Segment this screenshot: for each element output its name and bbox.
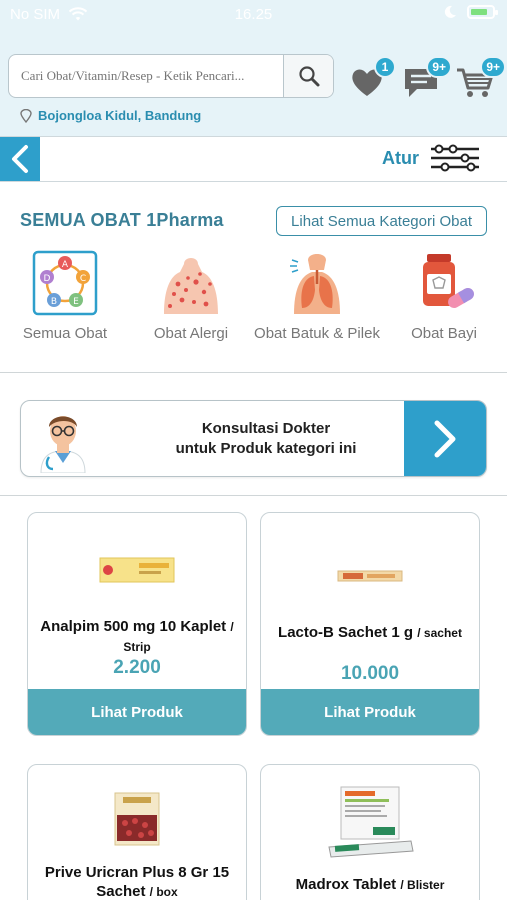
product-grid: Analpim 500 mg 10 Kaplet / Strip 2.200 L… xyxy=(0,496,507,900)
category-item-obat-bayi[interactable]: Obat Bayi xyxy=(381,250,507,344)
product-card[interactable]: Analpim 500 mg 10 Kaplet / Strip 2.200 L… xyxy=(27,512,247,736)
cart-badge: 9+ xyxy=(480,56,506,78)
wishlist-button[interactable]: 1 xyxy=(350,56,396,103)
location-pin-icon xyxy=(20,108,32,123)
consult-arrow-button[interactable] xyxy=(404,401,486,476)
chat-button[interactable]: 9+ xyxy=(402,56,452,105)
search-button[interactable] xyxy=(283,55,333,97)
product-image xyxy=(261,785,479,865)
app-header: 1 9+ 9+ Bojongloa Kidul, Bandung xyxy=(0,30,507,136)
svg-text:A: A xyxy=(62,260,69,270)
view-product-button[interactable]: Lihat Produk xyxy=(28,689,246,735)
product-image xyxy=(261,569,479,583)
vitamin-abcde-icon: A C E B D xyxy=(32,250,98,316)
product-title: Madrox Tablet xyxy=(295,876,397,893)
category-item-semua-obat[interactable]: A C E B D Semua Obat xyxy=(2,250,128,344)
medicine-bottle-icon xyxy=(411,250,477,316)
product-price: 2.200 xyxy=(113,657,161,678)
consult-doctor-banner[interactable]: Konsultasi Dokter untuk Produk kategori … xyxy=(20,400,487,477)
product-card[interactable]: Prive Uricran Plus 8 Gr 15 Sachet / box xyxy=(27,764,247,900)
cart-button[interactable]: 9+ xyxy=(456,56,506,105)
svg-text:E: E xyxy=(73,297,79,307)
product-name: Madrox Tablet / Blister xyxy=(267,875,473,895)
status-time: 16.25 xyxy=(234,6,273,23)
battery-icon xyxy=(467,5,498,19)
product-title: Analpim 500 mg 10 Kaplet xyxy=(40,618,227,635)
status-bar: No SIM 16.25 xyxy=(0,0,507,30)
svg-text:C: C xyxy=(80,274,86,284)
product-title: Prive Uricran Plus 8 Gr 15 Sachet xyxy=(44,864,230,900)
search-input[interactable] xyxy=(9,55,285,97)
status-right xyxy=(443,5,498,19)
product-name: Lacto-B Sachet 1 g / sachet xyxy=(267,623,473,643)
consult-text: Konsultasi Dokter untuk Produk kategori … xyxy=(121,419,411,459)
consult-line2: untuk Produk kategori ini xyxy=(175,440,357,457)
moon-icon xyxy=(444,5,456,18)
product-title: Lacto-B Sachet 1 g xyxy=(278,624,414,641)
svg-text:B: B xyxy=(51,297,57,307)
wishlist-badge: 1 xyxy=(374,56,396,78)
category-header: SEMUA OBAT 1Pharma Lihat Semua Kategori … xyxy=(20,206,487,236)
product-unit: / box xyxy=(149,885,178,899)
filter-button[interactable]: Atur xyxy=(382,143,481,173)
view-product-button[interactable]: Lihat Produk xyxy=(261,689,479,735)
search-bar xyxy=(8,54,334,98)
see-all-categories-button[interactable]: Lihat Semua Kategori Obat xyxy=(276,206,487,236)
category-label: Obat Bayi xyxy=(411,325,477,342)
filter-label: Atur xyxy=(382,147,419,168)
chat-badge: 9+ xyxy=(426,56,452,78)
divider xyxy=(0,372,507,373)
location-selector[interactable]: Bojongloa Kidul, Bandung xyxy=(20,108,201,123)
category-label: Semua Obat xyxy=(22,325,108,342)
chevron-left-icon xyxy=(12,145,28,173)
doctor-avatar-icon xyxy=(35,407,91,474)
product-card[interactable]: Lacto-B Sachet 1 g / sachet 10.000 Lihat… xyxy=(260,512,480,736)
category-label: Obat Alergi xyxy=(153,325,229,342)
product-price: 10.000 xyxy=(340,663,400,684)
product-unit: / Blister xyxy=(400,878,445,892)
product-unit: / sachet xyxy=(417,626,462,640)
product-image xyxy=(28,555,246,585)
product-card[interactable]: Madrox Tablet / Blister xyxy=(260,764,480,900)
category-item-obat-batuk-pilek[interactable]: Obat Batuk & Pilek xyxy=(254,250,380,344)
battery-level xyxy=(471,9,487,15)
category-item-obat-alergi[interactable]: Obat Alergi xyxy=(128,250,254,344)
product-name: Prive Uricran Plus 8 Gr 15 Sachet / box xyxy=(34,863,240,900)
product-name: Analpim 500 mg 10 Kaplet / Strip xyxy=(34,617,240,657)
back-button[interactable] xyxy=(0,137,40,181)
allergy-skin-icon xyxy=(158,250,224,316)
product-image xyxy=(28,791,246,847)
sub-navbar: Atur xyxy=(0,136,507,182)
category-list: A C E B D Semua Obat Obat Alergi Obat Ba… xyxy=(0,250,507,360)
consult-line1: Konsultasi Dokter xyxy=(201,420,331,437)
category-label: Obat Batuk & Pilek xyxy=(254,325,380,342)
location-label: Bojongloa Kidul, Bandung xyxy=(38,108,202,123)
lungs-cough-icon xyxy=(284,250,350,316)
svg-text:D: D xyxy=(44,274,51,284)
category-title: SEMUA OBAT 1Pharma xyxy=(20,210,224,230)
search-icon xyxy=(298,66,319,87)
sliders-icon xyxy=(431,144,479,172)
chevron-right-icon xyxy=(434,420,456,457)
